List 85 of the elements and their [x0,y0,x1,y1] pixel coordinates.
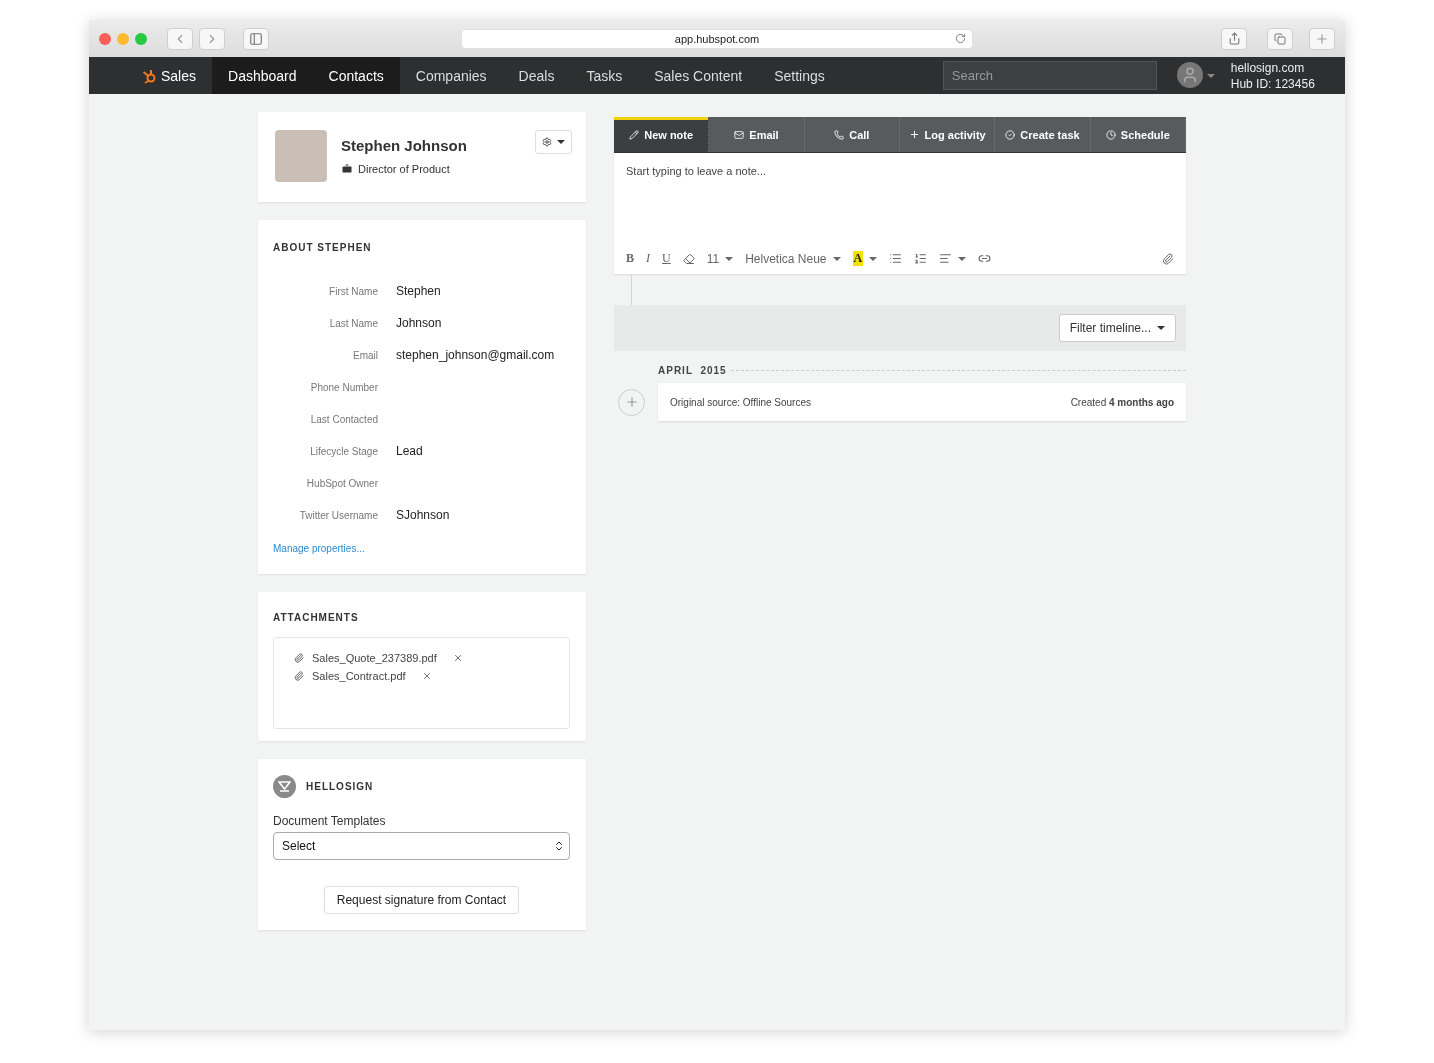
file-name[interactable]: Sales_Quote_237389.pdf [312,652,437,664]
composer-tab[interactable]: New note [614,117,710,152]
bold-button[interactable]: B [626,251,634,266]
property-label: First Name [328,284,378,299]
contact-name: Stephen Johnson [341,137,467,154]
composer-tab[interactable]: Schedule [1090,117,1186,152]
note-editor[interactable]: Start typing to leave a note... [614,153,1186,251]
briefcase-icon [341,163,353,175]
search-field[interactable]: Search [942,61,1157,90]
plus-icon [1315,31,1329,46]
account-name: hellosign.com [1230,59,1306,76]
address-bar[interactable]: app.hubspot.com [461,28,973,49]
template-select[interactable]: Select [273,832,570,860]
sidebar-icon [249,31,263,46]
section-heading: HELLOSIGN [306,781,374,792]
job-title: Director of Product [358,163,450,175]
align-dropdown[interactable] [939,252,967,265]
section-heading: ABOUT STEPHEN [273,242,373,253]
align-icon [939,252,953,265]
pencil-icon [629,129,640,140]
share-button[interactable] [1221,27,1247,50]
remove-button[interactable] [421,671,432,681]
eraser-button[interactable] [682,252,695,265]
sprocket-logo-icon [141,67,157,84]
filter-timeline-button[interactable]: Filter timeline... [1058,314,1176,342]
property-label: HubSpot Owner [305,476,378,491]
plus-icon [908,129,920,140]
reload-icon[interactable] [955,33,966,44]
month-heading: APRIL 2015 [658,365,727,376]
hellosign-logo-icon [273,775,296,798]
italic-button[interactable]: I [646,251,650,266]
share-icon [1227,32,1241,45]
property-label: Last Name [328,316,378,331]
manage-properties-link[interactable]: Manage properties... [273,543,365,554]
nav-item[interactable]: Sales Content [638,57,759,94]
nav-item[interactable]: Dashboard [212,57,313,94]
avatar-icon[interactable] [1176,62,1203,88]
section-heading: ATTACHMENTS [273,612,360,623]
tabs-icon [1274,32,1286,45]
property-value: Lead [396,444,423,458]
link-button[interactable] [978,252,992,265]
composer-tab[interactable]: Log activity [900,117,996,152]
file-name[interactable]: Sales_Contract.pdf [312,670,406,682]
bullet-list-button[interactable] [889,252,903,265]
field-label: Document Templates [273,814,387,828]
composer-tab[interactable]: Call [804,117,900,152]
remove-button[interactable] [452,653,463,663]
composer-tab[interactable]: Create task [995,117,1091,152]
phone-icon [834,129,845,140]
nav-item[interactable]: Tasks [570,57,639,94]
entry-meta: Created 4 months ago [1070,396,1174,408]
text-color-dropdown[interactable]: A [852,251,878,266]
nav-item[interactable]: Contacts [312,57,400,94]
property-label: Phone Number [309,380,378,395]
photo-placeholder [275,130,327,182]
property-value: stephen_johnson@gmail.com [396,348,555,362]
check-circle-icon [1005,129,1016,140]
composer-tab[interactable]: Email [709,117,805,152]
underline-button[interactable]: U [662,251,671,266]
font-size-dropdown[interactable]: 11 [706,251,734,266]
hub-id: Hub ID: 123456 [1230,75,1315,92]
nav-item[interactable]: Deals [502,57,571,94]
entry-text: Original source: Offline Sources [670,396,811,408]
property-label: Last Contacted [309,412,378,427]
nav-item[interactable]: Companies [399,57,503,94]
property-value: SJohnson [396,508,450,522]
request-signature-button[interactable]: Request signature from Contact [323,886,520,914]
close-window-icon[interactable] [99,32,111,45]
settings-dropdown-button[interactable] [535,130,572,154]
up-down-arrows-icon [553,840,565,852]
nav-item[interactable]: Settings [758,57,841,94]
property-label: Lifecycle Stage [309,444,378,459]
gear-icon [542,136,552,148]
envelope-icon [734,129,745,140]
clock-icon [1105,129,1116,140]
attach-button[interactable] [1162,252,1174,265]
property-label: Twitter Username [298,508,378,523]
sidebar-button[interactable] [243,27,269,50]
property-value: Stephen [396,284,441,298]
numbered-list-button[interactable] [914,252,928,265]
property-value: Johnson [396,316,442,330]
caret-icon[interactable] [1206,73,1215,78]
property-label: Email [352,348,378,363]
font-dropdown[interactable]: Helvetica Neue [745,251,841,266]
brand-name[interactable]: Sales [161,67,197,84]
